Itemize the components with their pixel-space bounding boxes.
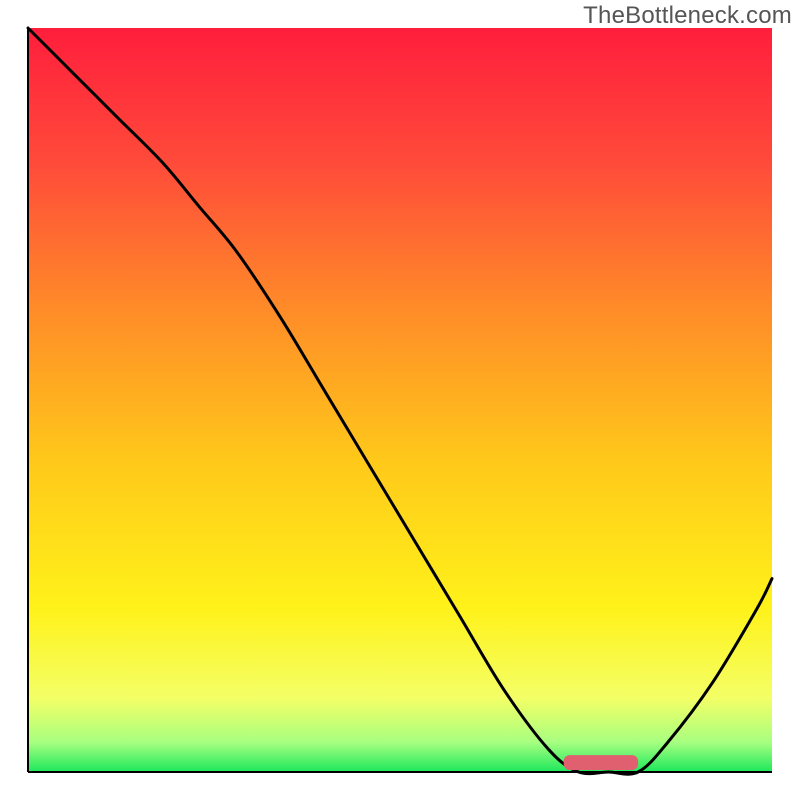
bottleneck-chart (0, 0, 800, 800)
optimal-marker (564, 755, 638, 770)
